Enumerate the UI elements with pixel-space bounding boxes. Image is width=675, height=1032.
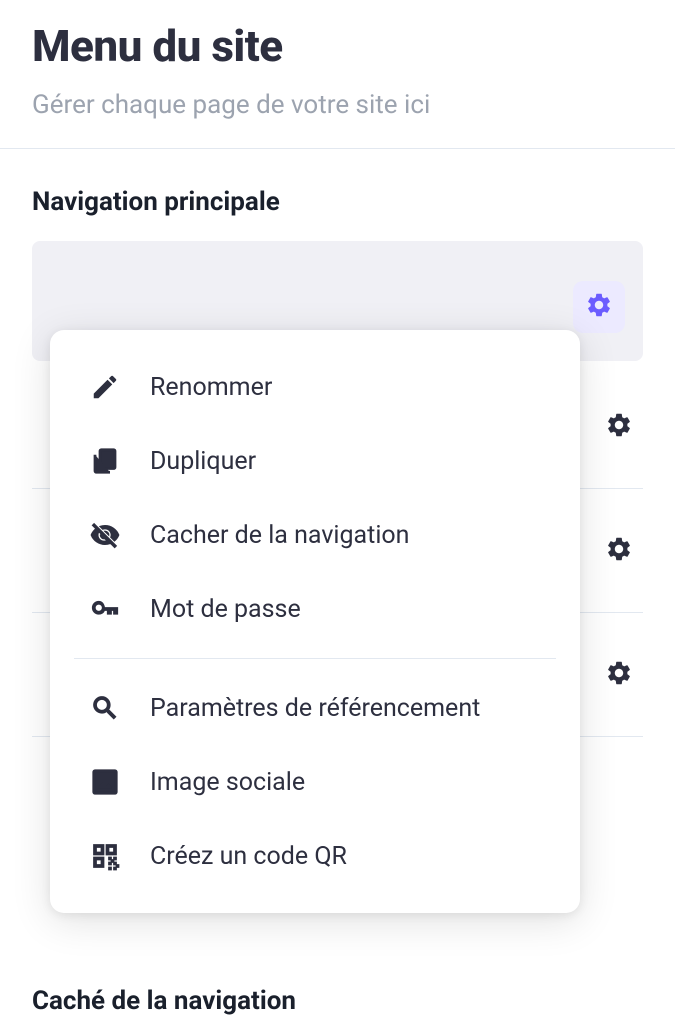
gear-icon	[605, 411, 633, 443]
menu-item-social-image[interactable]: Image sociale	[50, 745, 580, 819]
menu-label: Paramètres de référencement	[150, 694, 480, 723]
menu-item-qr[interactable]: Créez un code QR	[50, 819, 580, 893]
settings-button[interactable]	[603, 659, 635, 691]
page-subtitle: Gérer chaque page de votre site ici	[32, 90, 643, 120]
key-icon	[90, 594, 120, 624]
menu-label: Renommer	[150, 373, 272, 402]
copy-icon	[90, 446, 120, 476]
settings-button[interactable]	[603, 411, 635, 443]
menu-item-duplicate[interactable]: Dupliquer	[50, 424, 580, 498]
image-icon	[90, 767, 120, 797]
menu-item-hide[interactable]: Cacher de la navigation	[50, 498, 580, 572]
menu-label: Mot de passe	[150, 595, 301, 624]
settings-button[interactable]	[573, 281, 625, 333]
page-title: Menu du site	[32, 20, 643, 72]
menu-label: Dupliquer	[150, 447, 256, 476]
hide-icon	[90, 520, 120, 550]
menu-divider	[74, 658, 556, 659]
search-icon	[90, 693, 120, 723]
page-header: Menu du site Gérer chaque page de votre …	[0, 0, 675, 149]
settings-button[interactable]	[603, 535, 635, 567]
menu-label: Image sociale	[150, 768, 305, 797]
edit-icon	[90, 372, 120, 402]
hidden-section-title: Caché de la navigation	[0, 970, 328, 1032]
gear-icon	[605, 535, 633, 567]
section-title: Navigation principale	[0, 149, 675, 241]
gear-icon	[605, 659, 633, 691]
menu-item-seo[interactable]: Paramètres de référencement	[50, 671, 580, 745]
menu-item-password[interactable]: Mot de passe	[50, 572, 580, 646]
qr-icon	[90, 841, 120, 871]
menu-label: Créez un code QR	[150, 842, 347, 871]
context-menu: Renommer Dupliquer Cacher de la navigati…	[50, 330, 580, 913]
menu-label: Cacher de la navigation	[150, 521, 409, 550]
gear-icon	[585, 291, 613, 323]
menu-item-rename[interactable]: Renommer	[50, 350, 580, 424]
